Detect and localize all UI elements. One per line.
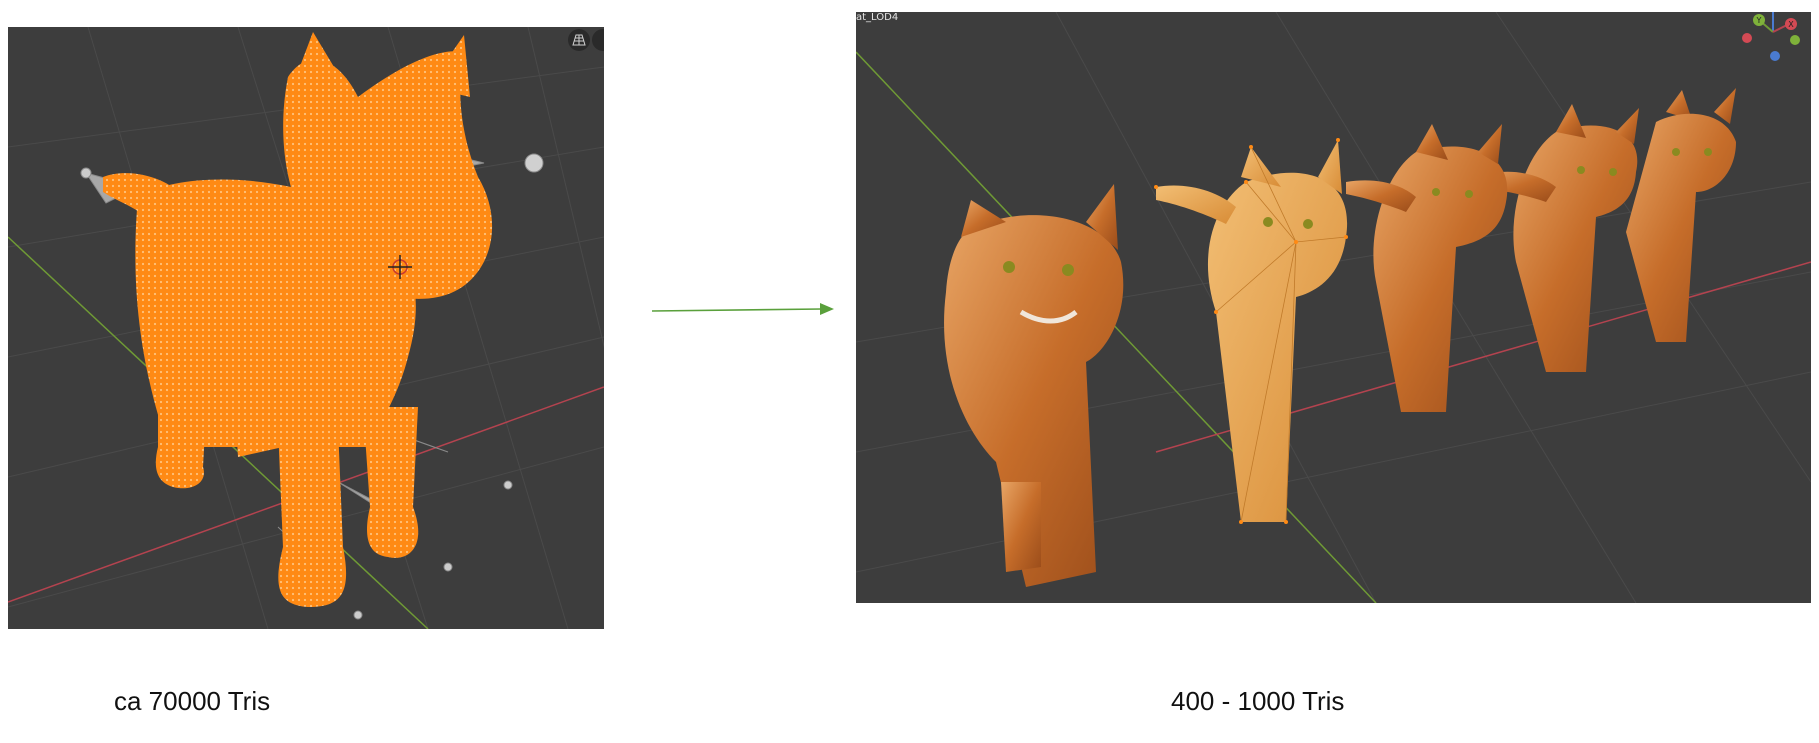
left-3d-viewport[interactable] xyxy=(8,27,604,629)
right-3d-viewport[interactable]: at_LOD4 Y X xyxy=(856,12,1811,603)
lod-cat-1 xyxy=(944,184,1124,587)
low-poly-caption: 400 - 1000 Tris xyxy=(1171,686,1345,716)
navigation-gizmo[interactable]: Y X xyxy=(1731,12,1811,72)
high-poly-scene xyxy=(8,27,604,629)
lod-cat-2-selected xyxy=(1154,138,1348,524)
grid-icon[interactable] xyxy=(568,29,590,51)
transition-arrow xyxy=(651,303,834,315)
high-poly-cat xyxy=(103,32,493,607)
object-name-label: at_LOD4 xyxy=(856,12,899,23)
lod-scene xyxy=(856,12,1811,603)
gizmo-y-label: Y xyxy=(1756,16,1762,25)
lod-cat-4 xyxy=(1476,104,1639,372)
y-axis-line xyxy=(856,51,1377,603)
high-poly-caption: ca 70000 Tris xyxy=(114,686,271,716)
gizmo-x-label: X xyxy=(1788,20,1794,29)
